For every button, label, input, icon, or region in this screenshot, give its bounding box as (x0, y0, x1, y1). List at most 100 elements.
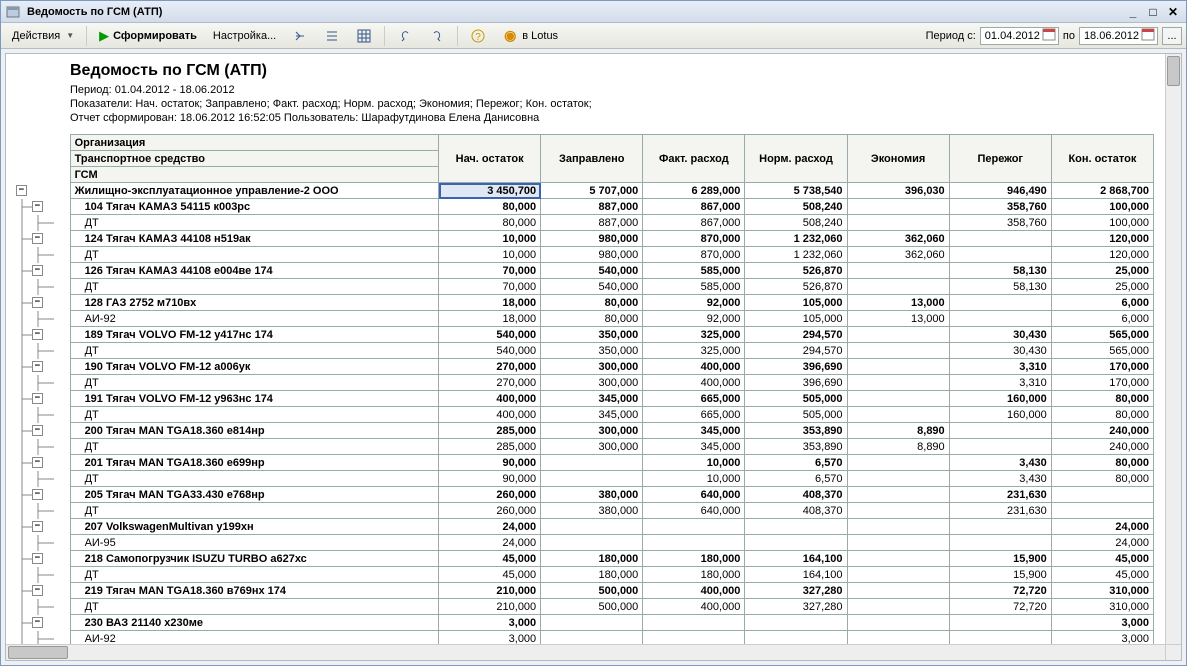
tree-collapse-button[interactable]: − (32, 265, 43, 276)
vertical-scrollbar[interactable] (1165, 54, 1181, 644)
close-button[interactable]: ✕ (1164, 5, 1182, 19)
tree-collapse-button[interactable]: − (32, 297, 43, 308)
col-c3: Факт. расход (643, 135, 745, 183)
tree-cell (14, 375, 70, 391)
col-c2: Заправлено (541, 135, 643, 183)
row-name: ДТ (70, 279, 438, 295)
table-row[interactable]: −219 Тягач MAN TGA18.360 в769нх 174210,0… (14, 583, 1154, 599)
cell-value: 100,000 (1051, 215, 1153, 231)
table-row[interactable]: −200 Тягач MAN TGA18.360 е814нр285,00030… (14, 423, 1154, 439)
table-row[interactable]: −Жилищно-эксплуатационное управление-2 О… (14, 183, 1154, 199)
date-from-input[interactable]: 01.04.2012 (980, 27, 1059, 45)
settings-button[interactable]: Настройка... (206, 27, 283, 45)
table-row[interactable]: ДТ260,000380,000640,000408,370231,630 (14, 503, 1154, 519)
help-button[interactable]: ? (463, 25, 493, 47)
tree-cell (14, 343, 70, 359)
table-row[interactable]: ДТ210,000500,000400,000327,28072,720310,… (14, 599, 1154, 615)
tree-collapse-button[interactable]: − (32, 585, 43, 596)
cell-value: 13,000 (847, 311, 949, 327)
table-row[interactable]: −126 Тягач КАМАЗ 44108 е004ве 17470,0005… (14, 263, 1154, 279)
table-row[interactable]: −218 Самопогрузчик ISUZU TURBO а627хс45,… (14, 551, 1154, 567)
cell-value: 6,570 (745, 471, 847, 487)
tree-cell: − (14, 423, 70, 439)
table-row[interactable]: −207 VolkswagenMultivan у199хн24,00024,0… (14, 519, 1154, 535)
table-row[interactable]: ДТ270,000300,000400,000396,6903,310170,0… (14, 375, 1154, 391)
table-row[interactable]: −230 ВАЗ 21140 х230ме3,0003,000 (14, 615, 1154, 631)
cell-value (847, 503, 949, 519)
calendar-icon[interactable] (1042, 27, 1056, 44)
cell-value: 400,000 (439, 407, 541, 423)
cell-value (847, 407, 949, 423)
scroll-thumb[interactable] (1167, 56, 1180, 86)
table-row[interactable]: ДТ400,000345,000665,000505,000160,00080,… (14, 407, 1154, 423)
tree-collapse-button[interactable]: − (32, 361, 43, 372)
row-name: ДТ (70, 407, 438, 423)
cell-value (847, 343, 949, 359)
cell-value: 300,000 (541, 423, 643, 439)
row-name: 124 Тягач КАМАЗ 44108 н519ак (70, 231, 438, 247)
cell-value (847, 487, 949, 503)
table-row[interactable]: −190 Тягач VOLVO FM-12 а006ук270,000300,… (14, 359, 1154, 375)
tree-collapse-button[interactable]: − (32, 553, 43, 564)
scroll-thumb[interactable] (8, 646, 68, 659)
cell-value (847, 471, 949, 487)
period-dialog-button[interactable]: ... (1162, 27, 1182, 45)
tool-icon-1[interactable] (285, 25, 315, 47)
table-row[interactable]: ДТ540,000350,000325,000294,57030,430565,… (14, 343, 1154, 359)
tree-collapse-button[interactable]: − (32, 425, 43, 436)
tree-collapse-button[interactable]: − (32, 617, 43, 628)
tree-collapse-button[interactable]: − (32, 457, 43, 468)
cell-value: 24,000 (439, 535, 541, 551)
cell-value (541, 535, 643, 551)
report-formed: Отчет сформирован: 18.06.2012 16:52:05 П… (70, 112, 1173, 124)
table-row[interactable]: −191 Тягач VOLVO FM-12 у963нс 174400,000… (14, 391, 1154, 407)
table-row[interactable]: ДТ285,000300,000345,000353,8908,890240,0… (14, 439, 1154, 455)
tool-icon-4[interactable] (390, 25, 420, 47)
table-row[interactable]: АИ-9524,00024,000 (14, 535, 1154, 551)
cell-value: 18,000 (439, 311, 541, 327)
cell-value (949, 247, 1051, 263)
table-row[interactable]: −201 Тягач MAN TGA18.360 е699нр90,00010,… (14, 455, 1154, 471)
row-name: ДТ (70, 567, 438, 583)
tool-icon-2[interactable] (317, 25, 347, 47)
cell-value: 80,000 (439, 199, 541, 215)
run-button[interactable]: ▶ Сформировать (92, 25, 204, 47)
table-row[interactable]: −124 Тягач КАМАЗ 44108 н519ак10,000980,0… (14, 231, 1154, 247)
tree-collapse-button[interactable]: − (16, 185, 27, 196)
tree-collapse-button[interactable]: − (32, 489, 43, 500)
tree-collapse-button[interactable]: − (32, 393, 43, 404)
cell-value: 6,000 (1051, 311, 1153, 327)
horizontal-scrollbar[interactable] (6, 644, 1165, 660)
table-row[interactable]: −128 ГАЗ 2752 м710вх18,00080,00092,00010… (14, 295, 1154, 311)
cell-value: 526,870 (745, 279, 847, 295)
row-name: 191 Тягач VOLVO FM-12 у963нс 174 (70, 391, 438, 407)
tree-collapse-button[interactable]: − (32, 201, 43, 212)
tool-icon-5[interactable] (422, 25, 452, 47)
table-row[interactable]: −205 Тягач MAN TGA33.430 е768нр260,00038… (14, 487, 1154, 503)
minimize-button[interactable]: _ (1124, 5, 1142, 19)
table-row[interactable]: −189 Тягач VOLVO FM-12 у417нс 174540,000… (14, 327, 1154, 343)
tool-icon-3[interactable] (349, 25, 379, 47)
report-scroll[interactable]: Ведомость по ГСМ (АТП) Период: 01.04.201… (6, 54, 1181, 660)
cell-value: 270,000 (439, 375, 541, 391)
maximize-button[interactable]: □ (1144, 5, 1162, 19)
tree-collapse-button[interactable]: − (32, 329, 43, 340)
table-row[interactable]: АИ-9218,00080,00092,000105,00013,0006,00… (14, 311, 1154, 327)
date-to-input[interactable]: 18.06.2012 (1079, 27, 1158, 45)
table-row[interactable]: ДТ70,000540,000585,000526,87058,13025,00… (14, 279, 1154, 295)
tree-cell: − (14, 615, 70, 631)
tree-collapse-button[interactable]: − (32, 233, 43, 244)
actions-menu[interactable]: Действия ▼ (5, 27, 81, 45)
tree-cell: − (14, 519, 70, 535)
table-row[interactable]: ДТ80,000887,000867,000508,240358,760100,… (14, 215, 1154, 231)
cell-value: 5 707,000 (541, 183, 643, 199)
cell-value: 70,000 (439, 263, 541, 279)
table-row[interactable]: −104 Тягач КАМАЗ 54115 к003рс80,000887,0… (14, 199, 1154, 215)
table-row[interactable]: ДТ90,00010,0006,5703,43080,000 (14, 471, 1154, 487)
cell-value: 362,060 (847, 247, 949, 263)
lotus-button[interactable]: ◉ в Lotus (495, 25, 565, 47)
table-row[interactable]: ДТ45,000180,000180,000164,10015,90045,00… (14, 567, 1154, 583)
table-row[interactable]: ДТ10,000980,000870,0001 232,060362,06012… (14, 247, 1154, 263)
calendar-icon[interactable] (1141, 27, 1155, 44)
tree-collapse-button[interactable]: − (32, 521, 43, 532)
